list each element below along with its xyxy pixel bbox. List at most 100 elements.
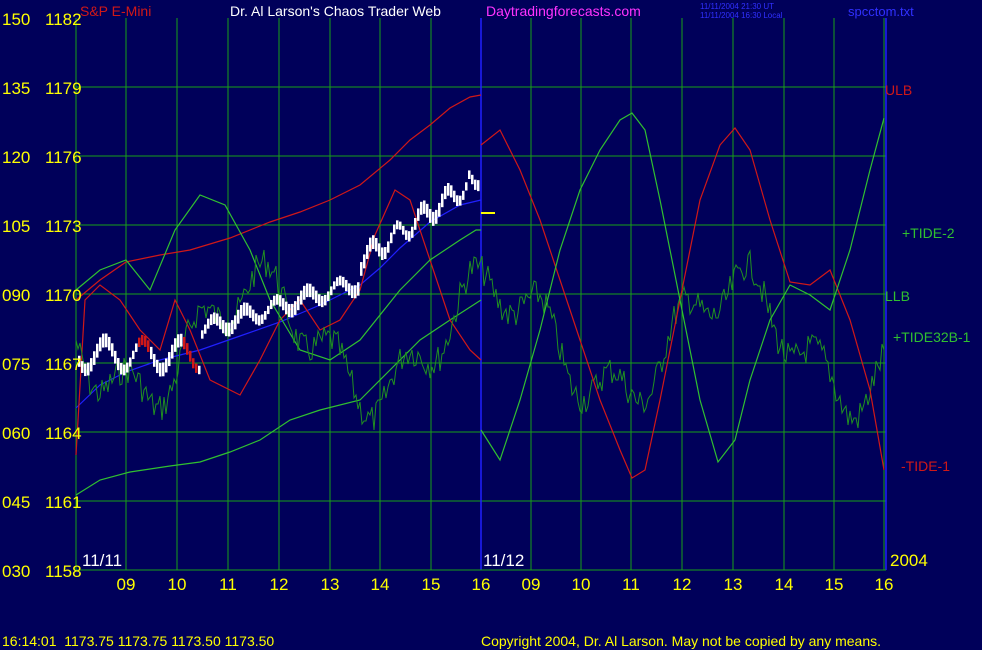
price-bar bbox=[420, 201, 423, 215]
label-tide1: -TIDE-1 bbox=[901, 458, 950, 474]
price-bar bbox=[90, 358, 93, 372]
hour-label: 12 bbox=[673, 575, 692, 594]
price-bar bbox=[465, 182, 468, 191]
price-bar bbox=[99, 337, 102, 352]
left-axis-price: 1161 bbox=[45, 493, 82, 512]
price-bar bbox=[246, 302, 249, 316]
price-bar bbox=[408, 231, 411, 242]
price-bar bbox=[234, 315, 237, 330]
price-bar bbox=[258, 315, 261, 326]
price-bar bbox=[123, 364, 126, 376]
price-bar bbox=[180, 333, 183, 347]
price-bar bbox=[471, 174, 474, 185]
hour-label: 12 bbox=[270, 575, 289, 594]
price-bar bbox=[450, 185, 453, 198]
left-axis-osc: 030 bbox=[2, 562, 30, 581]
hour-label: 09 bbox=[117, 575, 136, 594]
chart-title: Dr. Al Larson's Chaos Trader Web bbox=[230, 3, 441, 19]
price-bar bbox=[291, 303, 294, 318]
price-bar bbox=[132, 350, 135, 360]
price-bar bbox=[426, 203, 429, 218]
price-bar bbox=[255, 313, 258, 325]
price-bar bbox=[252, 309, 255, 322]
price-bar bbox=[285, 301, 288, 315]
left-axis-osc: 075 bbox=[2, 355, 30, 374]
left-axis-price: 1176 bbox=[45, 148, 82, 167]
price-bar bbox=[372, 235, 375, 250]
price-bar bbox=[87, 362, 90, 376]
price-bar bbox=[279, 295, 282, 307]
price-bar bbox=[399, 221, 402, 230]
price-bar bbox=[342, 276, 345, 288]
price-bar bbox=[186, 343, 189, 355]
price-bar bbox=[93, 351, 96, 365]
quote-line: 16:14:01 1173.75 1173.75 1173.50 1173.50 bbox=[2, 633, 274, 649]
left-axis-price: 1179 bbox=[45, 79, 82, 98]
price-bar bbox=[369, 237, 372, 252]
price-bar bbox=[120, 362, 123, 375]
label-tide2: +TIDE-2 bbox=[902, 225, 955, 241]
price-bar bbox=[210, 314, 213, 326]
hour-label: 15 bbox=[422, 575, 441, 594]
price-bar bbox=[447, 183, 450, 196]
price-bar bbox=[198, 365, 201, 375]
hour-label: 13 bbox=[724, 575, 743, 594]
price-bar bbox=[204, 324, 207, 334]
left-axis-price: 1173 bbox=[45, 217, 82, 236]
year-label: 2004 bbox=[890, 551, 928, 570]
left-axis-price: 1182 bbox=[45, 10, 82, 29]
file-name: spcctom.txt bbox=[848, 4, 914, 19]
left-axis-osc: 060 bbox=[2, 424, 30, 443]
price-bar bbox=[264, 311, 267, 320]
site-title: Daytradingforecasts.com bbox=[486, 3, 641, 19]
price-bar bbox=[219, 316, 222, 330]
left-axis-price: 1158 bbox=[45, 562, 82, 581]
price-bar bbox=[237, 309, 240, 324]
price-bar bbox=[171, 344, 174, 359]
price-bar bbox=[261, 314, 264, 324]
date-day2: 11/12 bbox=[483, 551, 524, 570]
price-bar bbox=[111, 343, 114, 357]
price-bar bbox=[438, 202, 441, 217]
price-bar bbox=[402, 225, 405, 235]
price-bar bbox=[411, 226, 414, 238]
price-bar bbox=[393, 224, 396, 235]
price-bar bbox=[192, 358, 195, 369]
price-bar bbox=[294, 301, 297, 315]
price-bar bbox=[282, 298, 285, 311]
price-bar bbox=[222, 320, 225, 334]
price-bar bbox=[273, 295, 276, 306]
price-bar bbox=[354, 285, 357, 299]
price-bar bbox=[432, 211, 435, 226]
price-bar bbox=[183, 336, 186, 350]
price-bar bbox=[363, 254, 366, 269]
price-bar bbox=[360, 262, 363, 276]
price-bar bbox=[444, 185, 447, 200]
price-bar bbox=[138, 337, 141, 347]
price-bar bbox=[240, 305, 243, 319]
price-bar bbox=[390, 232, 393, 244]
hour-label: 09 bbox=[522, 575, 541, 594]
price-bar bbox=[441, 193, 444, 208]
price-bar bbox=[213, 312, 216, 325]
price-bar bbox=[156, 359, 159, 374]
price-bar bbox=[168, 352, 171, 367]
price-bar bbox=[462, 190, 465, 200]
price-bar bbox=[117, 358, 120, 371]
left-axis-osc: 105 bbox=[2, 217, 30, 236]
price-bar bbox=[396, 220, 399, 230]
left-axis-osc: 150 bbox=[2, 10, 30, 29]
hour-label: 10 bbox=[168, 575, 187, 594]
chart-curves bbox=[75, 94, 885, 496]
price-bar bbox=[351, 285, 354, 299]
left-axis-price: 1170 bbox=[45, 286, 82, 305]
price-bar bbox=[366, 244, 369, 259]
price-bar bbox=[423, 200, 426, 214]
price-bar bbox=[141, 334, 144, 346]
price-bar bbox=[468, 170, 471, 180]
price-bar bbox=[243, 302, 246, 316]
label-ulb: ULB bbox=[885, 82, 912, 98]
price-bar bbox=[126, 362, 129, 373]
hour-axis-labels: 09 10 11 12 13 14 15 16 09 10 11 12 13 14 15 16 bbox=[117, 575, 894, 594]
price-bar bbox=[381, 247, 384, 261]
